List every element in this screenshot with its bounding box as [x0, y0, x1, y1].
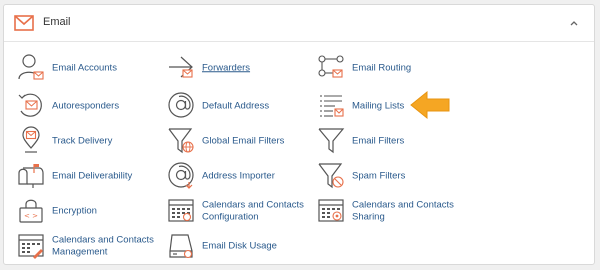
calendars-contacts-sharing-icon — [318, 199, 344, 222]
global-email-filters-icon — [168, 128, 194, 154]
email-deliverability-link[interactable]: Email Deliverability — [17, 161, 167, 191]
calendars-contacts-management-icon — [18, 234, 44, 259]
pointer-arrow-icon — [410, 90, 450, 120]
autoresponders-icon — [18, 93, 42, 117]
item-label: Track Delivery — [52, 135, 113, 147]
item-label: Calendars and Contacts Configuration — [202, 199, 304, 223]
default-address-link[interactable]: Default Address — [167, 91, 317, 121]
encryption-link[interactable]: < > Encryption — [17, 196, 167, 226]
calendars-contacts-configuration-link[interactable]: Calendars and Contacts Configuration — [167, 196, 317, 226]
item-label: Calendars and Contacts Management — [52, 234, 154, 258]
email-disk-usage-icon — [169, 234, 193, 259]
item-label: Email Deliverability — [52, 170, 133, 182]
item-label: Address Importer — [202, 170, 275, 182]
envelope-icon — [14, 15, 34, 31]
item-label: Forwarders — [202, 62, 251, 74]
address-importer-link[interactable]: Address Importer — [167, 161, 317, 191]
item-label: Encryption — [52, 205, 97, 217]
calendars-contacts-configuration-icon — [168, 199, 194, 222]
global-email-filters-link[interactable]: Global Email Filters — [167, 126, 317, 156]
svg-text:< >: < > — [24, 212, 38, 220]
calendars-contacts-management-link[interactable]: Calendars and Contacts Management — [17, 231, 167, 261]
panel-title: Email — [43, 16, 71, 28]
email-routing-link[interactable]: Email Routing — [317, 53, 467, 83]
default-address-icon — [168, 92, 194, 118]
forwarders-link[interactable]: Forwarders — [167, 53, 317, 83]
address-importer-icon — [168, 162, 194, 189]
item-label: Calendars and Contacts Sharing — [352, 199, 454, 223]
item-label: Autoresponders — [52, 100, 120, 112]
item-label: Email Filters — [352, 135, 405, 147]
item-label: Spam Filters — [352, 170, 406, 182]
item-label: Email Disk Usage — [202, 240, 277, 252]
track-delivery-icon — [22, 126, 40, 153]
email-deliverability-icon — [18, 164, 44, 188]
email-accounts-link[interactable]: Email Accounts — [17, 53, 167, 83]
encryption-icon: < > — [19, 199, 43, 223]
item-label: Email Accounts — [52, 62, 117, 74]
spam-filters-link[interactable]: Spam Filters — [317, 161, 467, 191]
email-filters-icon — [318, 128, 345, 154]
track-delivery-link[interactable]: Track Delivery — [17, 126, 167, 156]
email-disk-usage-link[interactable]: Email Disk Usage — [167, 231, 317, 261]
email-panel: Email Email Accounts Forwarders Email Ro… — [3, 4, 595, 265]
autoresponders-link[interactable]: Autoresponders — [17, 91, 167, 121]
panel-header[interactable]: Email — [4, 5, 594, 42]
item-label: Default Address — [202, 100, 270, 112]
mailing-lists-icon — [320, 95, 344, 117]
calendars-contacts-sharing-link[interactable]: Calendars and Contacts Sharing — [317, 196, 467, 226]
item-label: Email Routing — [352, 62, 412, 74]
spam-filters-icon — [318, 163, 344, 189]
item-label: Global Email Filters — [202, 135, 285, 147]
email-accounts-icon — [18, 54, 44, 80]
email-filters-link[interactable]: Email Filters — [317, 126, 467, 156]
chevron-up-icon[interactable] — [568, 17, 580, 29]
email-tools-grid: Email Accounts Forwarders Email Routing … — [4, 43, 594, 265]
forwarders-icon — [169, 56, 193, 78]
email-routing-icon — [318, 55, 344, 78]
